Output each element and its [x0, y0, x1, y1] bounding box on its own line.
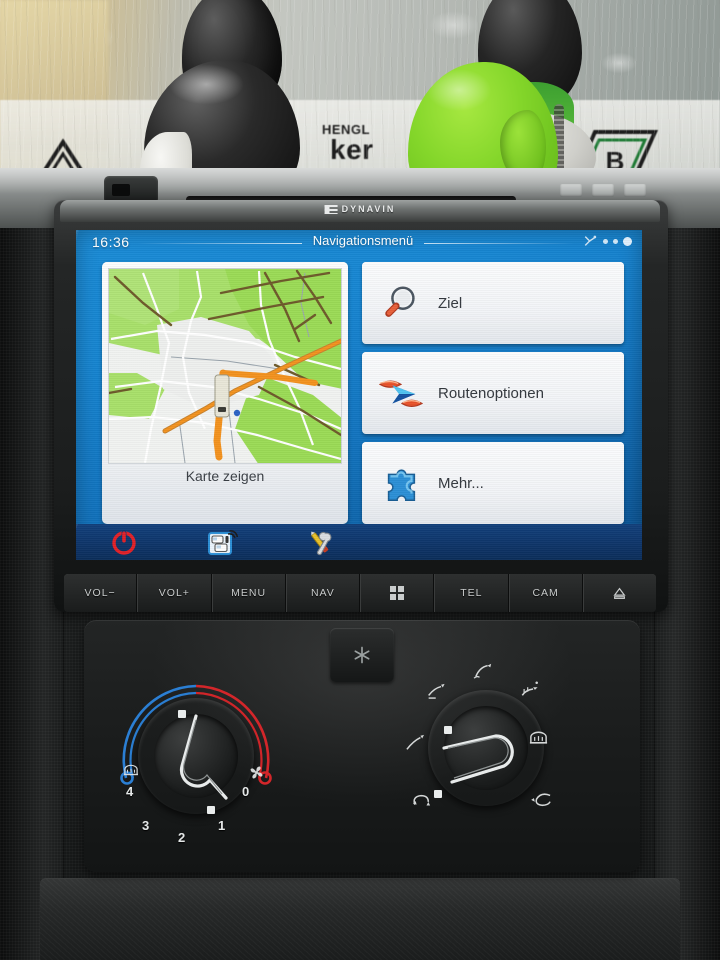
lower-storage-tray — [40, 878, 680, 960]
menu-item-ziel[interactable]: Ziel — [362, 262, 624, 344]
signal-dot-1 — [603, 238, 608, 244]
air-distribution-knob[interactable] — [402, 663, 570, 832]
dash-button-1[interactable] — [560, 184, 582, 197]
menu-label-ziel: Ziel — [438, 294, 463, 312]
signal-dot-2 — [613, 238, 618, 244]
page-title: Navigationsmenü — [312, 233, 414, 248]
vent-face-icon — [473, 663, 492, 679]
fan-label-4: 4 — [126, 784, 134, 799]
dynavin-mark-icon — [324, 204, 338, 214]
temperature-knob-indicator — [207, 806, 215, 814]
settings-button[interactable] — [304, 528, 334, 556]
traffic-cars-antenna-icon — [208, 530, 239, 555]
brand-strip: DYNAVIN — [60, 200, 660, 222]
power-icon — [112, 530, 136, 555]
vent-windshield-icon — [521, 681, 538, 696]
clock: 16:36 — [92, 234, 130, 250]
vent-feet-icon — [406, 734, 424, 750]
snowflake-icon — [354, 646, 370, 664]
title-rule-right — [424, 243, 574, 244]
map-graphic — [109, 269, 341, 463]
hard-button-vol-up[interactable]: VOL+ — [137, 574, 212, 612]
screenshot-root: DFB HENGL ker B DYNAVIN — [0, 0, 720, 960]
vent-face-feet-icon — [428, 683, 445, 699]
dash-button-3[interactable] — [624, 184, 646, 197]
hard-button-cam[interactable]: CAM — [508, 574, 583, 612]
title-rule-left — [138, 243, 302, 244]
hard-button-nav[interactable]: NAV — [285, 574, 360, 612]
puzzle-piece-icon — [370, 452, 432, 514]
vent-fresh-air-icon — [531, 793, 551, 807]
dash-button-2[interactable] — [592, 184, 614, 197]
hard-button-apps[interactable] — [360, 574, 435, 612]
climate-control-panel: 4 3 2 1 0 — [84, 620, 640, 872]
traffic-tmc-button[interactable] — [208, 528, 239, 556]
screen-toolbar — [76, 524, 642, 560]
map-preview[interactable] — [108, 268, 342, 464]
magnifier-icon — [370, 272, 432, 334]
status-icons — [583, 234, 632, 248]
fan-icon — [250, 766, 263, 779]
vent-knob-indicator — [434, 790, 442, 798]
fan-label-0: 0 — [242, 784, 250, 799]
dynavin-logo: DYNAVIN — [324, 204, 396, 214]
route-arrow-icon — [370, 362, 432, 424]
temperature-knob-tick — [178, 710, 186, 718]
fan-label-2: 2 — [178, 830, 186, 845]
hard-button-tel[interactable]: TEL — [434, 574, 509, 612]
screen-title-bar: 16:36 Navigationsmenü — [76, 230, 642, 256]
wrench-screwdriver-icon — [311, 531, 332, 556]
temperature-knob-pointer — [179, 714, 228, 800]
hard-button-rail: VOL− VOL+ MENU NAV TEL CAM — [64, 574, 656, 612]
vent-defrost-icon — [529, 731, 548, 744]
satellite-icon — [584, 235, 597, 246]
signal-dot-3 — [623, 236, 632, 246]
navigation-screen[interactable]: 16:36 Navigationsmenü Karte zeigen Ziel … — [76, 230, 642, 560]
eject-icon — [613, 587, 626, 599]
fan-label-3: 3 — [142, 818, 150, 833]
vent-recirculation-icon — [413, 794, 431, 806]
power-button[interactable] — [110, 528, 140, 556]
hard-button-eject[interactable] — [582, 574, 656, 612]
menu-label-mehr: Mehr... — [438, 474, 484, 492]
temperature-fan-knob[interactable]: 4 3 2 1 0 — [112, 672, 280, 845]
fan-label-1: 1 — [218, 818, 226, 833]
ac-button[interactable] — [330, 628, 394, 682]
vent-knob-pointer — [442, 734, 514, 784]
map-preview-card[interactable]: Karte zeigen — [102, 262, 348, 524]
brand-name: DYNAVIN — [341, 204, 396, 214]
rear-defrost-icon — [124, 764, 138, 776]
map-card-caption: Karte zeigen — [185, 468, 265, 484]
menu-item-routenoptionen[interactable]: Routenoptionen — [362, 352, 624, 434]
hard-button-menu[interactable]: MENU — [211, 574, 286, 612]
hard-button-vol-down[interactable]: VOL− — [64, 574, 138, 612]
menu-label-routenoptionen: Routenoptionen — [438, 384, 544, 402]
grid-apps-icon — [390, 586, 405, 600]
vent-knob-tick — [444, 726, 452, 734]
menu-item-mehr[interactable]: Mehr... — [362, 442, 624, 524]
